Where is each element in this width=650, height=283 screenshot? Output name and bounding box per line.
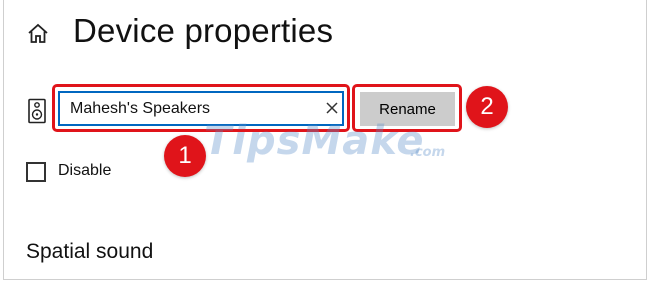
speaker-icon — [28, 98, 46, 124]
home-icon[interactable] — [26, 22, 50, 46]
spatial-sound-heading: Spatial sound — [26, 240, 154, 263]
page-title: Device properties — [73, 12, 334, 49]
step2-badge: 2 — [466, 86, 508, 128]
disable-label: Disable — [58, 162, 112, 179]
disable-checkbox[interactable] — [26, 162, 46, 182]
watermark: TipsMake — [204, 118, 425, 164]
step1-badge: 1 — [164, 135, 206, 177]
close-icon[interactable] — [324, 100, 340, 116]
watermark-suffix: .com — [410, 145, 446, 160]
